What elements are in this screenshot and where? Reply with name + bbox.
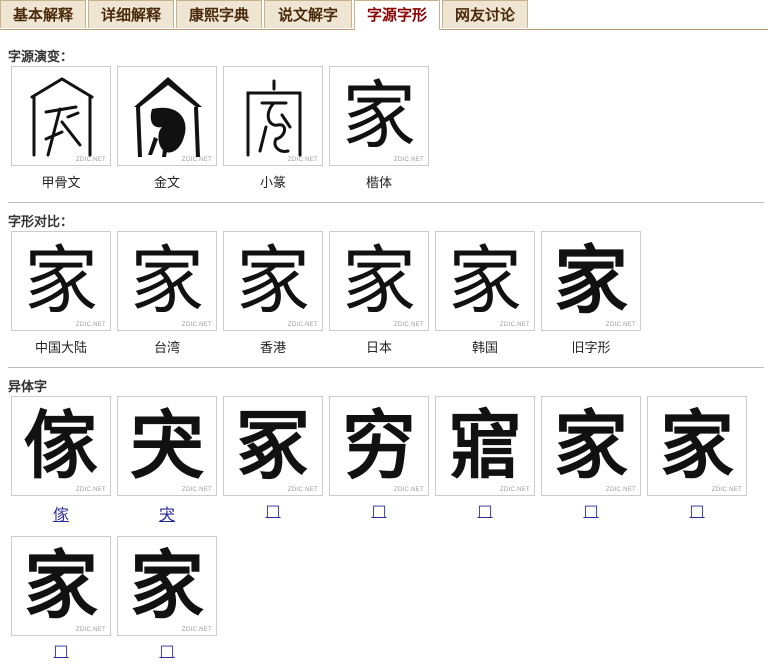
section-title-variants: 异体字 [8,380,48,395]
watermark: ZDIC.NET [605,487,636,493]
glyph-card-oracle: ZDIC.NET [11,66,111,166]
watermark: ZDIC.NET [75,322,106,328]
tab-shuowen[interactable]: 说文解字 [264,0,352,28]
bronze-glyph-image [134,77,202,157]
watermark: ZDIC.NET [605,322,636,328]
variant-link[interactable]: □ [329,501,429,520]
watermark: ZDIC.NET [287,487,318,493]
variant-glyph: 宊 [130,403,204,489]
variant-link[interactable]: □ [647,501,747,520]
variant-card: 寣 ZDIC.NET [435,396,535,496]
caption-hongkong: 香港 [259,341,286,356]
watermark: ZDIC.NET [181,322,212,328]
caption-japan: 日本 [365,341,392,356]
watermark: ZDIC.NET [75,487,106,493]
glyph-card-hongkong: 家 ZDIC.NET [223,231,323,331]
glyph-card-mainland: 家 ZDIC.NET [11,231,111,331]
glyph-hongkong: 家 [236,238,310,324]
glyph-korea: 家 [448,238,522,324]
variant-glyph: 家 [24,543,98,629]
glyph-card-taiwan: 家 ZDIC.NET [117,231,217,331]
watermark: ZDIC.NET [499,487,530,493]
watermark: ZDIC.NET [711,487,742,493]
tab-basic[interactable]: 基本解释 [0,0,86,28]
glyph-card-seal: ZDIC.NET [223,66,323,166]
variant-glyph: 寣 [448,403,522,489]
oracle-bone-glyph-image [30,77,94,157]
variant-glyph: 穷 [342,403,416,489]
watermark: ZDIC.NET [181,157,212,163]
caption-korea: 韩国 [471,341,498,356]
tab-origin[interactable]: 字源字形 [354,0,440,30]
watermark: ZDIC.NET [181,487,212,493]
variant-link[interactable]: □ [541,501,641,520]
variant-glyph: 冢 [236,403,310,489]
variant-card: 家 ZDIC.NET [541,396,641,496]
caption-old-form: 旧字形 [571,341,611,356]
variant-link[interactable]: □ [11,641,111,660]
variant-link[interactable]: □ [223,501,323,520]
glyph-card-japan: 家 ZDIC.NET [329,231,429,331]
small-seal-glyph-image [246,79,302,157]
glyph-mainland: 家 [24,238,98,324]
variant-card: 家 ZDIC.NET [117,536,217,636]
variant-card: 宊 ZDIC.NET [117,396,217,496]
glyph-card-kaishu: 家 ZDIC.NET [329,66,429,166]
variant-card: 家 ZDIC.NET [647,396,747,496]
tab-detail[interactable]: 详细解释 [88,0,174,28]
caption-seal: 小篆 [259,176,286,191]
watermark: ZDIC.NET [393,322,424,328]
caption-bronze: 金文 [153,176,180,191]
watermark: ZDIC.NET [499,322,530,328]
variant-card: 冢 ZDIC.NET [223,396,323,496]
glyph-card-old-form: 家 ZDIC.NET [541,231,641,331]
glyph-kaishu: 家 [342,73,416,159]
variant-card: 傢 ZDIC.NET [11,396,111,496]
glyph-old-form: 家 [554,238,628,324]
tab-bar: 基本解释 详细解释 康熙字典 说文解字 字源字形 网友讨论 [0,0,768,30]
caption-kaishu: 楷体 [365,176,392,191]
variant-link[interactable]: 傢 [11,501,111,525]
section-title-evolution: 字源演变： [8,50,74,65]
watermark: ZDIC.NET [75,627,106,633]
divider [8,367,764,368]
variant-glyph: 傢 [24,403,98,489]
watermark: ZDIC.NET [287,157,318,163]
variant-card: 家 ZDIC.NET [11,536,111,636]
variant-link[interactable]: 宊 [117,501,217,525]
glyph-taiwan: 家 [130,238,204,324]
watermark: ZDIC.NET [75,157,106,163]
caption-oracle: 甲骨文 [41,176,81,191]
glyph-card-bronze: ZDIC.NET [117,66,217,166]
caption-mainland: 中国大陆 [34,341,87,356]
watermark: ZDIC.NET [393,487,424,493]
variant-link[interactable]: □ [435,501,535,520]
tab-kangxi[interactable]: 康熙字典 [176,0,262,28]
variant-glyph: 家 [554,403,628,489]
variant-glyph: 家 [660,403,734,489]
variant-card: 穷 ZDIC.NET [329,396,429,496]
variant-link[interactable]: □ [117,641,217,660]
glyph-japan: 家 [342,238,416,324]
watermark: ZDIC.NET [393,157,424,163]
watermark: ZDIC.NET [181,627,212,633]
tab-discussion[interactable]: 网友讨论 [442,0,528,28]
divider [8,202,764,203]
caption-taiwan: 台湾 [153,341,180,356]
section-title-comparison: 字形对比： [8,215,74,230]
glyph-card-korea: 家 ZDIC.NET [435,231,535,331]
variant-glyph: 家 [130,543,204,629]
watermark: ZDIC.NET [287,322,318,328]
